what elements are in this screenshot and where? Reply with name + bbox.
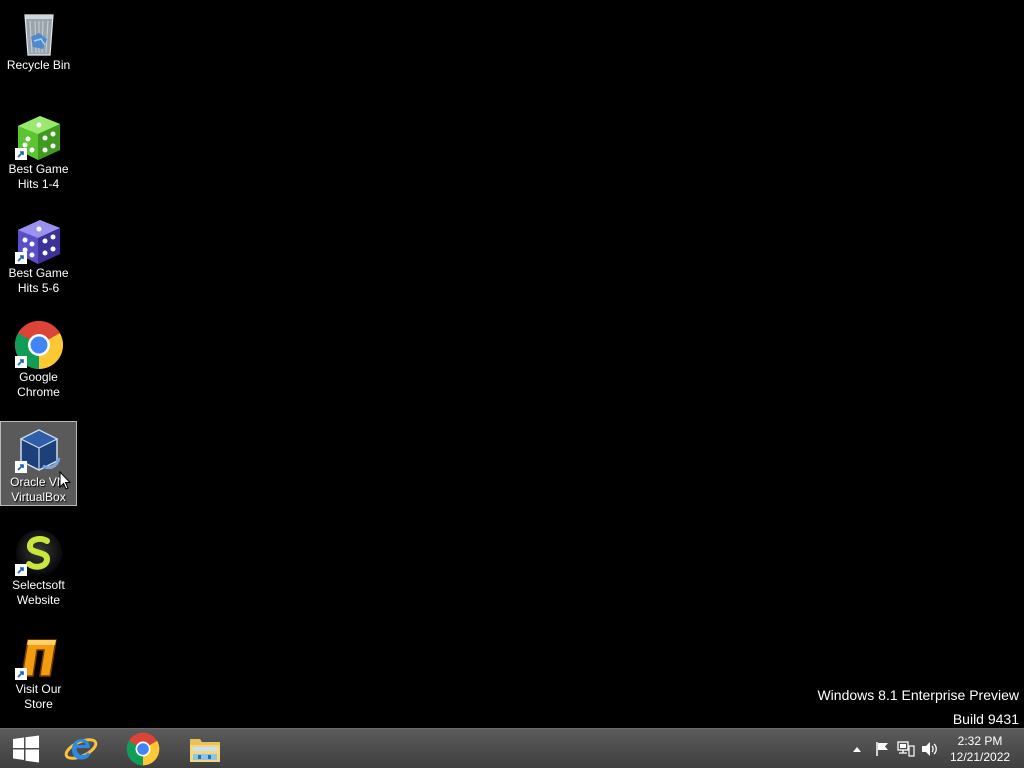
desktop-icon-selectsoft-website[interactable]: Selectsoft Website	[0, 524, 77, 608]
chevron-up-icon	[853, 746, 861, 752]
taskbar-google-chrome[interactable]	[120, 729, 166, 768]
store-icon	[13, 632, 65, 682]
shortcut-arrow-icon	[14, 148, 27, 160]
clock-time: 2:32 PM	[957, 734, 1003, 748]
mouse-cursor-icon	[59, 471, 71, 490]
shortcut-arrow-icon	[14, 461, 27, 473]
folder-icon	[190, 738, 220, 762]
desktop-icon-label: Recycle Bin	[6, 58, 71, 72]
chrome-icon	[13, 320, 65, 370]
desktop-icon-label: Best Game Hits 1-4	[8, 162, 69, 191]
selectsoft-icon	[13, 528, 65, 578]
network-icon	[897, 740, 915, 757]
virtualbox-icon	[13, 426, 65, 475]
internet-explorer-icon	[64, 737, 98, 760]
start-button[interactable]	[4, 729, 48, 768]
desktop-icon-label: Visit Our Store	[15, 682, 62, 711]
speaker-icon	[922, 741, 937, 756]
volume-button[interactable]	[920, 729, 940, 768]
flag-icon	[876, 741, 888, 756]
taskbar-file-explorer[interactable]	[182, 729, 228, 768]
watermark-edition: Windows 8.1 Enterprise Preview	[817, 687, 1019, 703]
desktop-icon-label: Best Game Hits 5-6	[8, 266, 69, 295]
clock-date: 12/21/2022	[950, 750, 1011, 764]
recycle-bin-icon	[13, 8, 65, 58]
desktop-icon-best-game-hits-5-6[interactable]: Best Game Hits 5-6	[0, 212, 77, 296]
desktop-icon-oracle-vm-virtualbox[interactable]: Oracle VM VirtualBox	[0, 421, 77, 506]
desktop-icon-recycle-bin[interactable]: Recycle Bin	[0, 4, 77, 88]
windows-logo-icon	[13, 735, 39, 762]
action-center-button[interactable]	[872, 729, 892, 768]
shortcut-arrow-icon	[14, 668, 27, 680]
network-button[interactable]	[896, 729, 916, 768]
desktop-icon-best-game-hits-1-4[interactable]: Best Game Hits 1-4	[0, 108, 77, 192]
purple-dice-icon	[13, 216, 65, 266]
desktop-icon-label: Google Chrome	[17, 370, 60, 399]
desktop-icon-label: Selectsoft Website	[12, 578, 65, 607]
desktop[interactable]: Recycle Bin Best Game Hits 1-4 Best Game…	[0, 0, 1024, 728]
show-hidden-icons-button[interactable]	[850, 729, 864, 768]
chrome-icon	[126, 732, 160, 765]
shortcut-arrow-icon	[14, 356, 27, 368]
windows-watermark: Windows 8.1 Enterprise Preview Build 943…	[817, 683, 1019, 731]
desktop-icon-google-chrome[interactable]: Google Chrome	[0, 316, 77, 400]
shortcut-arrow-icon	[14, 252, 27, 264]
taskbar: 2:32 PM 12/21/2022	[0, 728, 1024, 768]
green-dice-icon	[13, 112, 65, 162]
desktop-icon-visit-our-store[interactable]: Visit Our Store	[0, 628, 77, 712]
taskbar-internet-explorer[interactable]	[58, 729, 104, 768]
shortcut-arrow-icon	[14, 564, 27, 576]
taskbar-clock[interactable]: 2:32 PM 12/21/2022	[950, 733, 1010, 765]
